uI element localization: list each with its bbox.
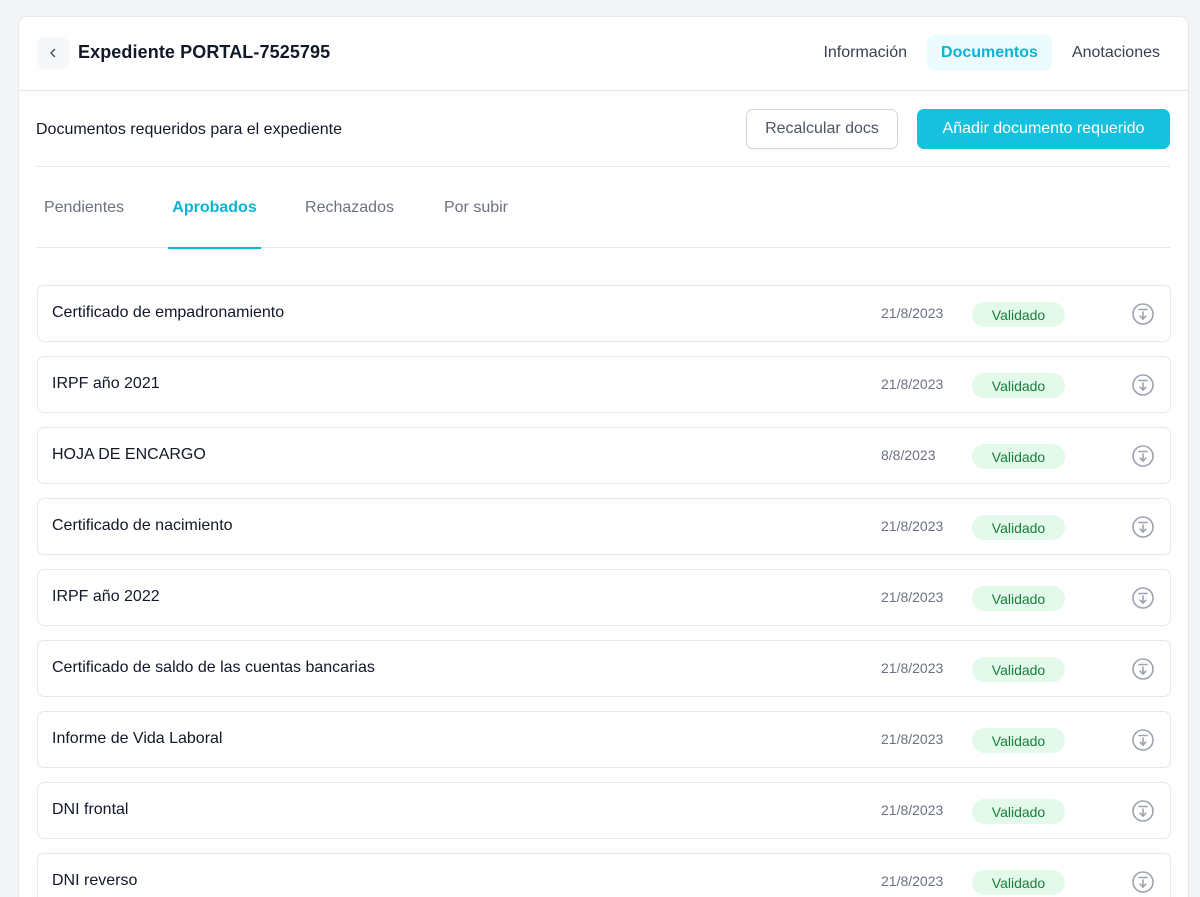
header-tabs: Información Documentos Anotaciones [803, 35, 1174, 71]
add-required-document-button[interactable]: Añadir documento requerido [917, 109, 1170, 149]
document-date: 21/8/2023 [881, 376, 944, 392]
document-date: 21/8/2023 [881, 589, 944, 605]
document-row[interactable]: IRPF año 2022 21/8/2023 Validado [37, 569, 1171, 626]
document-date: 21/8/2023 [881, 731, 944, 747]
tab-aprobados[interactable]: Aprobados [168, 167, 261, 249]
document-name: DNI reverso [52, 872, 138, 889]
document-date: 8/8/2023 [881, 447, 936, 463]
tab-rechazados[interactable]: Rechazados [302, 167, 397, 248]
expediente-card: Expediente PORTAL-7525795 Información Do… [18, 16, 1189, 897]
document-row[interactable]: Certificado de empadronamiento 21/8/2023 V… [37, 285, 1171, 342]
download-button[interactable] [1131, 444, 1155, 468]
document-list: Certificado de empadronamiento 21/8/2023 V… [37, 285, 1171, 897]
document-date: 21/8/2023 [881, 660, 944, 676]
document-name: Informe de Vida Laboral [52, 730, 223, 747]
document-date: 21/8/2023 [881, 873, 944, 889]
download-circle-icon [1132, 516, 1154, 538]
back-button[interactable] [37, 37, 69, 69]
status-badge: Validado [972, 373, 1065, 398]
status-badge: Validado [972, 870, 1065, 895]
status-badge: Validado [972, 586, 1065, 611]
document-name: Certificado de empadronamiento [52, 304, 285, 321]
download-button[interactable] [1131, 657, 1155, 681]
header: Expediente PORTAL-7525795 Información Do… [19, 17, 1188, 91]
download-button[interactable] [1131, 586, 1155, 610]
status-badge: Validado [972, 728, 1065, 753]
document-row[interactable]: DNI frontal 21/8/2023 Validado [37, 782, 1171, 839]
recalculate-docs-button[interactable]: Recalcular docs [746, 109, 898, 149]
download-circle-icon [1132, 800, 1154, 822]
download-circle-icon [1132, 587, 1154, 609]
download-button[interactable] [1131, 728, 1155, 752]
status-badge: Validado [972, 799, 1065, 824]
download-circle-icon [1132, 303, 1154, 325]
download-button[interactable] [1131, 373, 1155, 397]
tab-pendientes[interactable]: Pendientes [41, 167, 127, 248]
download-circle-icon [1132, 729, 1154, 751]
document-name: IRPF año 2022 [52, 588, 160, 605]
document-name: HOJA DE ENCARGO [52, 446, 206, 463]
download-button[interactable] [1131, 515, 1155, 539]
page-title: Expediente PORTAL-7525795 [78, 42, 331, 62]
status-tabs: Pendientes Aprobados Rechazados Por subi… [36, 167, 1170, 249]
document-name: Certificado de nacimiento [52, 517, 233, 534]
document-date: 21/8/2023 [881, 305, 944, 321]
download-circle-icon [1132, 871, 1154, 893]
download-circle-icon [1132, 374, 1154, 396]
document-name: DNI frontal [52, 801, 129, 818]
document-row[interactable]: Informe de Vida Laboral 21/8/2023 Validado [37, 711, 1171, 768]
tab-informacion[interactable]: Información [809, 35, 921, 71]
download-button[interactable] [1131, 799, 1155, 823]
document-row[interactable]: Certificado de nacimiento 21/8/2023 Valida… [37, 498, 1171, 555]
tab-anotaciones[interactable]: Anotaciones [1058, 35, 1174, 71]
document-name: IRPF año 2021 [52, 375, 160, 392]
chevron-left-icon [50, 48, 56, 58]
section-title: Documentos requeridos para el expediente [36, 121, 342, 138]
download-circle-icon [1132, 445, 1154, 467]
document-row[interactable]: IRPF año 2021 21/8/2023 Validado [37, 356, 1171, 413]
document-row[interactable]: HOJA DE ENCARGO 8/8/2023 Validado [37, 427, 1171, 484]
document-name: Certificado de saldo de las cuentas banc… [52, 659, 375, 676]
status-badge: Validado [972, 657, 1065, 682]
status-badge: Validado [972, 515, 1065, 540]
tab-por-subir[interactable]: Por subir [441, 167, 511, 248]
document-date: 21/8/2023 [881, 518, 944, 534]
download-button[interactable] [1131, 870, 1155, 894]
document-row[interactable]: Certificado de saldo de las cuentas banc… [37, 640, 1171, 697]
download-circle-icon [1132, 658, 1154, 680]
status-badge: Validado [972, 444, 1065, 469]
document-date: 21/8/2023 [881, 802, 944, 818]
section-header: Documentos requeridos para el expediente… [36, 91, 1170, 167]
tab-documentos[interactable]: Documentos [927, 35, 1052, 71]
status-badge: Validado [972, 302, 1065, 327]
download-button[interactable] [1131, 302, 1155, 326]
document-row[interactable]: DNI reverso 21/8/2023 Validado [37, 853, 1171, 897]
